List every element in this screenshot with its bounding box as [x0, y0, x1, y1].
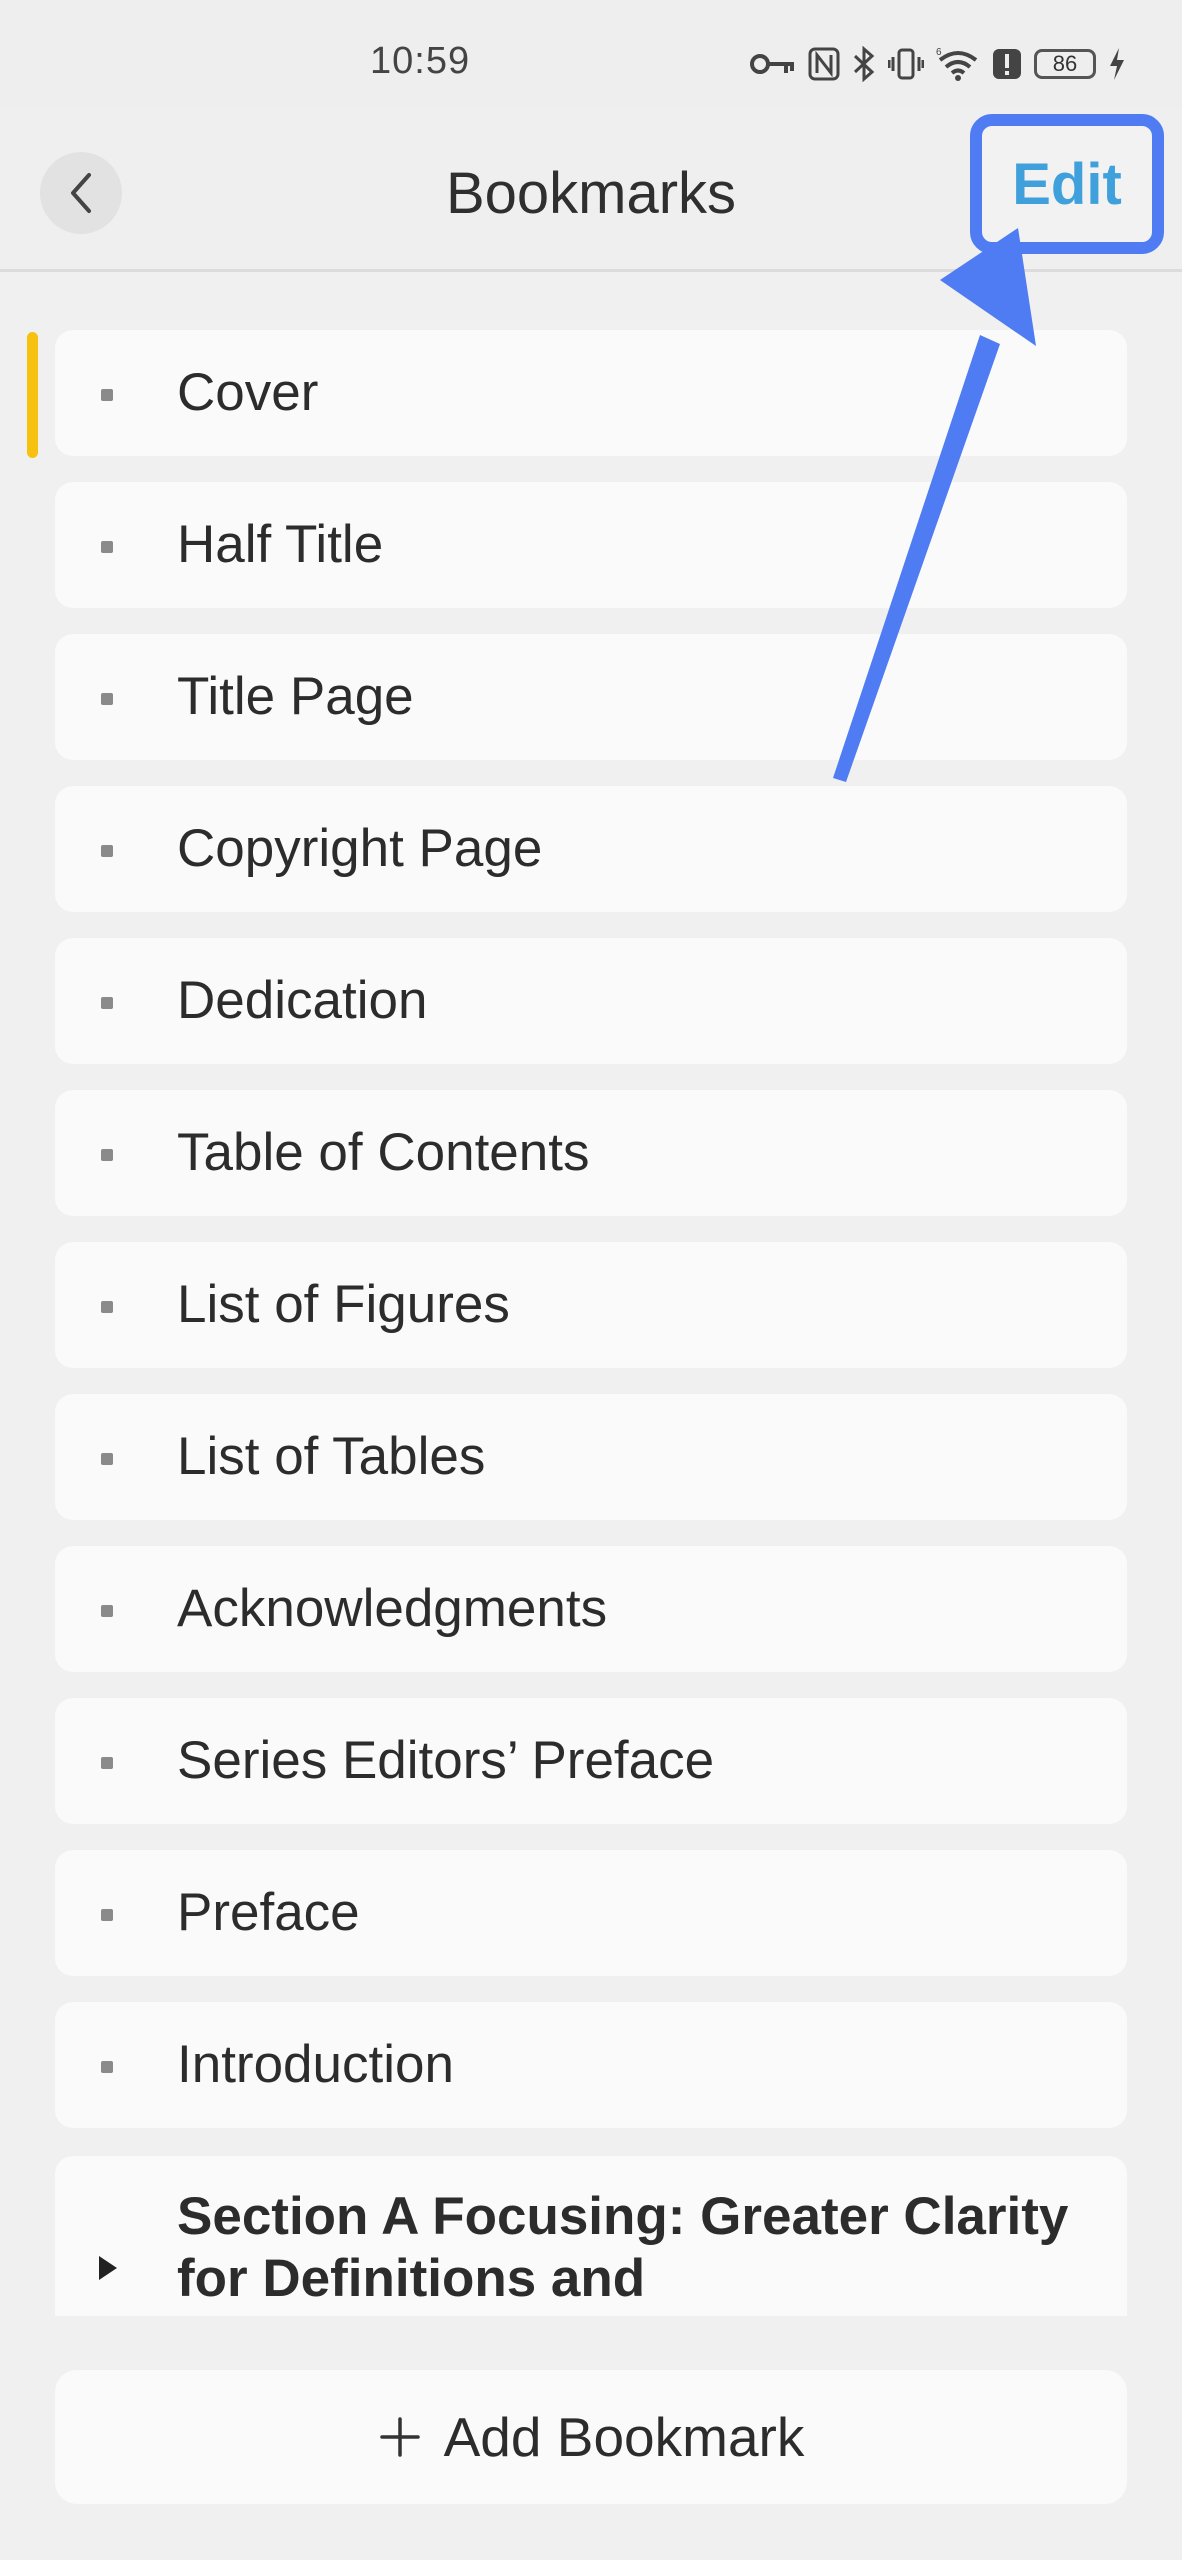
- bookmark-label: Table of Contents: [177, 1123, 590, 1182]
- bookmark-label: Preface: [177, 1883, 360, 1942]
- bookmark-item[interactable]: List of Figures: [55, 1242, 1127, 1368]
- top-app-bar: Bookmarks Edit: [0, 108, 1182, 272]
- bookmark-item[interactable]: Acknowledgments: [55, 1546, 1127, 1672]
- bookmark-section-item[interactable]: Section A Focusing: Greater Clarity for …: [55, 2156, 1127, 2316]
- bookmark-label: Series Editors’ Preface: [177, 1731, 715, 1790]
- bookmark-item[interactable]: Title Page: [55, 634, 1127, 760]
- bookmark-label: Cover: [177, 363, 319, 422]
- bookmark-item[interactable]: Dedication: [55, 938, 1127, 1064]
- bullet-icon: [101, 541, 113, 553]
- plus-icon: [379, 2417, 420, 2457]
- bullet-icon: [101, 2061, 113, 2073]
- vibrate-icon: [888, 47, 924, 81]
- expand-triangle-icon[interactable]: [99, 2256, 117, 2280]
- bookmark-item[interactable]: Preface: [55, 1850, 1127, 1976]
- bookmark-item[interactable]: Series Editors’ Preface: [55, 1698, 1127, 1824]
- bullet-icon: [101, 1149, 113, 1161]
- bluetooth-icon: [852, 46, 876, 82]
- bookmark-label: List of Tables: [177, 1427, 486, 1486]
- bullet-icon: [101, 1453, 113, 1465]
- key-icon: [750, 51, 796, 77]
- bookmark-item[interactable]: Half Title: [55, 482, 1127, 608]
- bookmark-item[interactable]: Cover: [55, 330, 1127, 456]
- bookmark-label: Title Page: [177, 667, 414, 726]
- bullet-icon: [101, 1909, 113, 1921]
- bullet-icon: [101, 1605, 113, 1617]
- bullet-icon: [101, 389, 113, 401]
- battery-icon: 86: [1034, 49, 1096, 79]
- bookmark-label: Acknowledgments: [177, 1579, 608, 1638]
- add-bookmark-button[interactable]: Add Bookmark: [55, 2370, 1127, 2504]
- nfc-icon: [808, 47, 840, 81]
- svg-text:6: 6: [936, 47, 942, 58]
- bullet-icon: [101, 1757, 113, 1769]
- bookmark-item[interactable]: List of Tables: [55, 1394, 1127, 1520]
- bookmark-label: List of Figures: [177, 1275, 510, 1334]
- bookmark-label: Introduction: [177, 2035, 454, 2094]
- wifi-icon: 6: [936, 47, 980, 81]
- section-label: Section A Focusing: Greater Clarity for …: [177, 2187, 1069, 2308]
- bookmark-label: Half Title: [177, 515, 384, 574]
- edit-button[interactable]: Edit: [970, 114, 1164, 254]
- bookmark-item[interactable]: Table of Contents: [55, 1090, 1127, 1216]
- status-icons: 6 86: [750, 44, 1126, 84]
- bookmark-label: Dedication: [177, 971, 428, 1030]
- bookmark-list-area[interactable]: Cover Half Title Title Page Copyright Pa…: [0, 272, 1182, 2316]
- bookmark-item[interactable]: Introduction: [55, 2002, 1127, 2128]
- charging-icon: [1108, 47, 1126, 81]
- alert-icon: [992, 47, 1022, 81]
- edit-label: Edit: [1012, 151, 1122, 217]
- battery-level: 86: [1052, 51, 1078, 76]
- bullet-icon: [101, 845, 113, 857]
- bullet-icon: [101, 997, 113, 1009]
- add-bookmark-label: Add Bookmark: [443, 2406, 805, 2468]
- bullet-icon: [101, 693, 113, 705]
- bookmark-label: Copyright Page: [177, 819, 543, 878]
- status-bar: 10:59 6 86: [0, 0, 1182, 108]
- status-time: 10:59: [370, 40, 471, 82]
- bullet-icon: [101, 1301, 113, 1313]
- bookmark-item[interactable]: Copyright Page: [55, 786, 1127, 912]
- current-position-marker: [27, 332, 38, 458]
